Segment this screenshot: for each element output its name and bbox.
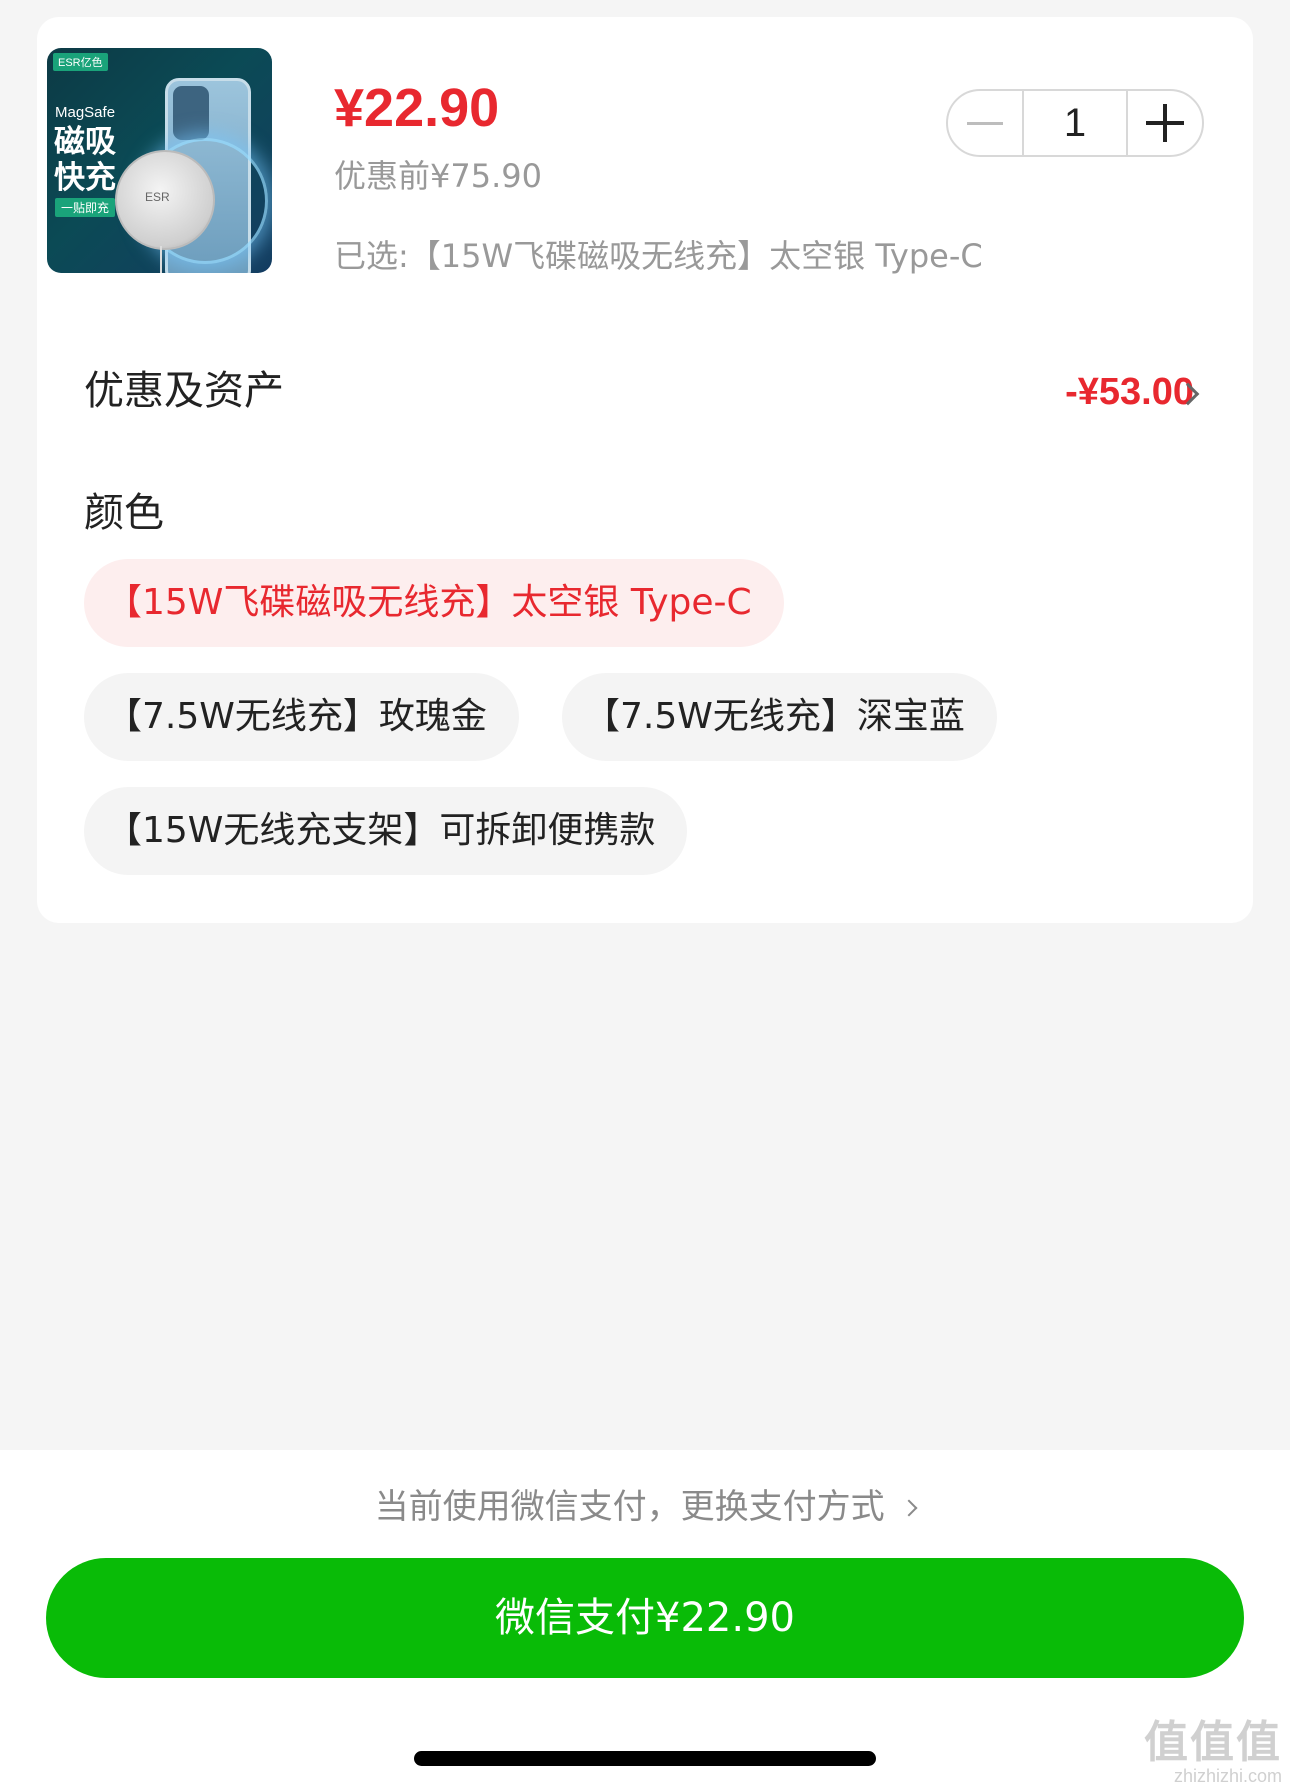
puck-logo: ESR — [145, 190, 170, 204]
color-option-rose-gold[interactable]: 【7.5W无线充】玫瑰金 — [84, 673, 519, 761]
product-price: ¥22.90 — [334, 78, 500, 138]
product-image[interactable]: ESR亿色 MagSafe 磁吸快充 一贴即充 ESR — [47, 48, 272, 273]
camera-module-illustration — [173, 86, 209, 140]
discounts-value: -¥53.00 — [1065, 371, 1194, 413]
chevron-right-icon — [900, 1499, 918, 1517]
discounts-label: 优惠及资产 — [84, 368, 284, 414]
watermark-logo: 值值值 — [1144, 1718, 1282, 1767]
site-watermark: 值值值 zhizhizhi.com — [1144, 1718, 1282, 1787]
decrement-button[interactable] — [948, 91, 1022, 155]
original-price: 优惠前¥75.90 — [334, 157, 542, 195]
minus-icon — [967, 121, 1003, 125]
color-option-selected[interactable]: 【15W飞碟磁吸无线充】太空银 Type-C — [84, 559, 784, 647]
brand-logo: ESR亿色 — [53, 53, 108, 71]
quantity-value[interactable]: 1 — [1022, 91, 1128, 155]
color-option-stand[interactable]: 【15W无线充支架】可拆卸便携款 — [84, 787, 688, 875]
quantity-stepper: 1 — [946, 89, 1204, 157]
charger-puck-illustration: ESR — [115, 150, 215, 250]
magsafe-text: MagSafe — [55, 104, 116, 121]
color-section-title: 颜色 — [84, 490, 164, 536]
wechat-pay-button[interactable]: 微信支付¥22.90 — [46, 1558, 1244, 1678]
watermark-site: zhizhizhi.com — [1173, 1766, 1282, 1786]
change-payment-method-link[interactable]: 当前使用微信支付，更换支付方式 — [0, 1485, 1290, 1529]
color-option-deep-blue[interactable]: 【7.5W无线充】深宝蓝 — [562, 673, 997, 761]
image-tag: 一贴即充 — [55, 198, 116, 217]
plus-icon — [1146, 104, 1184, 142]
cable-illustration — [160, 246, 162, 273]
selected-option-text: 已选:【15W飞碟磁吸无线充】太空银 Type-C — [334, 237, 983, 275]
increment-button[interactable] — [1128, 91, 1202, 155]
home-indicator — [414, 1751, 876, 1766]
change-payment-text: 当前使用微信支付，更换支付方式 — [374, 1487, 885, 1527]
